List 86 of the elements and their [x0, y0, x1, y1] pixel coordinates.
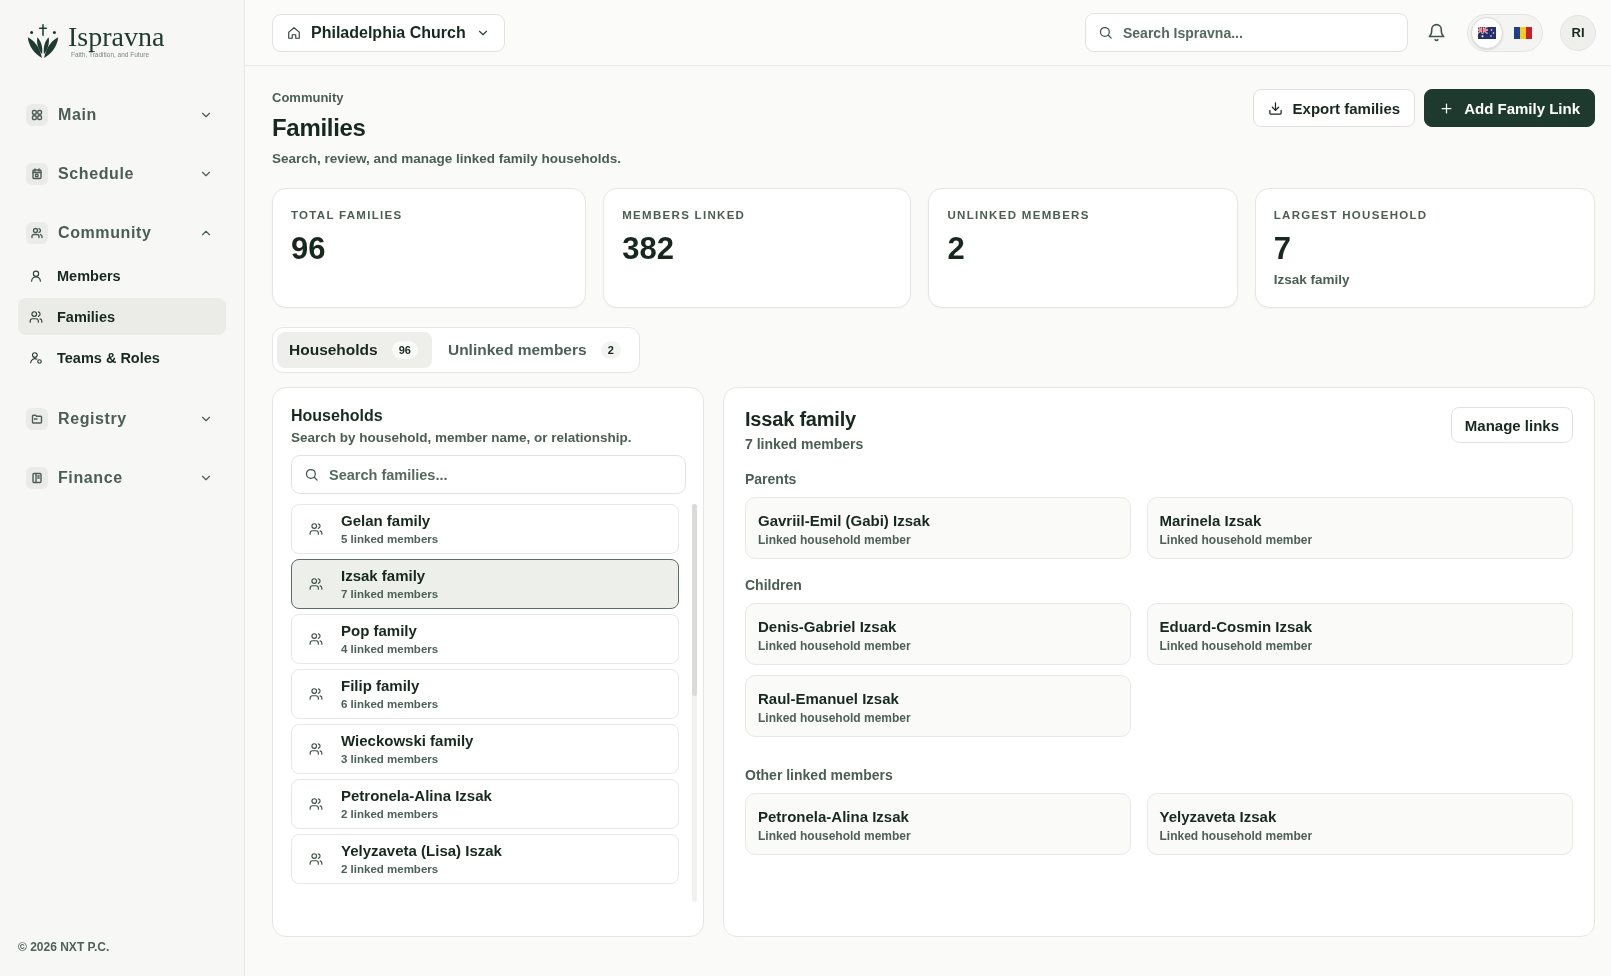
member-name: Denis-Gabriel Izsak — [758, 617, 898, 636]
household-item[interactable]: Gelan family 5 linked members — [291, 504, 679, 554]
member-role: Linked household member — [758, 639, 912, 654]
people-icon — [309, 687, 323, 701]
household-item[interactable]: Izsak family 7 linked members — [291, 559, 679, 609]
download-icon — [1267, 100, 1283, 116]
nav-item[interactable]: Members — [18, 257, 226, 294]
household-item[interactable]: Pop family 4 linked members — [291, 614, 679, 664]
flag-icon — [1478, 26, 1496, 39]
stat-value: 382 — [622, 232, 675, 266]
member-name: Yelyzaveta Izsak — [1159, 807, 1278, 826]
book-icon — [26, 467, 48, 489]
home-icon — [287, 25, 301, 40]
member-role: Linked household member — [758, 533, 912, 548]
nav-item[interactable]: Families — [18, 298, 226, 335]
count-badge: 2 — [600, 341, 621, 359]
page-subtitle: Search, review, and manage linked family households. — [272, 150, 622, 167]
add-family-link-button[interactable]: Add Family Link — [1424, 89, 1595, 127]
language-option[interactable] — [1471, 16, 1503, 49]
member-name: Petronela-Alina Izsak — [758, 807, 910, 826]
member-name: Raul-Emanuel Izsak — [758, 689, 900, 708]
family-title: Issak family — [745, 407, 857, 431]
household-item[interactable]: Yelyzaveta (Lisa) Iszak 2 linked members — [291, 834, 679, 884]
search-icon — [304, 467, 319, 482]
search-icon — [1098, 25, 1113, 40]
person-icon — [29, 268, 43, 283]
user-avatar[interactable]: RI — [1560, 14, 1596, 51]
count-badge: 96 — [391, 341, 418, 359]
people-icon — [309, 742, 323, 756]
people-icon — [309, 577, 323, 591]
nav-group[interactable]: Schedule — [18, 154, 226, 194]
calendar-icon — [26, 163, 48, 185]
people-icon — [309, 797, 323, 811]
breadcrumb: Community — [272, 90, 345, 106]
stat-label: UNLINKED MEMBERS — [947, 208, 1091, 222]
stat-label: LARGEST HOUSEHOLD — [1273, 208, 1429, 222]
manage-links-button[interactable]: Manage links — [1450, 407, 1573, 443]
section-label: Other linked members — [745, 767, 894, 784]
nav-group[interactable]: Finance — [18, 458, 226, 498]
person-badge-icon — [29, 350, 43, 365]
page-title: Families — [272, 114, 367, 142]
stat-value: 2 — [947, 232, 966, 266]
stat-label: MEMBERS LINKED — [622, 208, 747, 222]
household-item[interactable]: Filip family 6 linked members — [291, 669, 679, 719]
bell-icon[interactable] — [1427, 23, 1446, 42]
panel-subtitle: Search by household, member name, or relationship. — [291, 429, 633, 446]
family-search-field[interactable]: Search families... — [291, 455, 686, 494]
tab[interactable]: Unlinked members 2 — [435, 332, 635, 368]
household-item[interactable]: Petronela-Alina Izsak 2 linked members — [291, 779, 679, 829]
member-name: Gavriil-Emil (Gabi) Izsak — [758, 511, 931, 530]
logo-wordmark: Ispravna — [68, 23, 165, 51]
section-label: Parents — [745, 471, 798, 488]
people-icon — [26, 222, 48, 244]
people-icon — [309, 632, 323, 646]
church-selector[interactable]: Philadelphia Church — [272, 13, 505, 52]
scrollbar[interactable] — [692, 504, 697, 902]
member-count-text: 7 linked members — [745, 435, 864, 453]
folder-icon — [26, 408, 48, 430]
panel-title: Households — [291, 406, 384, 426]
member-name: Eduard-Cosmin Izsak — [1159, 617, 1314, 636]
export-button[interactable]: Export families — [1252, 89, 1416, 127]
stat-value: 96 — [291, 232, 327, 266]
plus-icon — [1439, 100, 1455, 116]
member-name: Marinela Izsak — [1159, 511, 1263, 530]
nav-group[interactable]: Registry — [18, 399, 226, 439]
grid-icon — [26, 104, 48, 126]
member-role: Linked household member — [1159, 829, 1314, 844]
tab[interactable]: Households 96 — [277, 332, 432, 368]
people-icon — [309, 522, 323, 536]
search-field[interactable]: Search Ispravna... — [1085, 13, 1408, 52]
nav-group[interactable]: Community — [18, 213, 226, 253]
member-role: Linked household member — [1159, 639, 1314, 654]
people-icon — [29, 309, 43, 324]
flag-icon — [1514, 26, 1532, 39]
member-role: Linked household member — [1159, 533, 1314, 548]
nav-item[interactable]: Teams & Roles — [18, 339, 226, 376]
member-role: Linked household member — [758, 711, 912, 726]
stat-label: TOTAL FAMILIES — [291, 208, 404, 222]
member-role: Linked household member — [758, 829, 912, 844]
section-label: Children — [745, 577, 803, 594]
stat-note: Izsak family — [1273, 271, 1351, 288]
copyright-text: © 2026 NXT P.C. — [18, 940, 111, 954]
people-icon — [309, 852, 323, 866]
nav-group[interactable]: Main — [18, 95, 226, 135]
household-item[interactable]: Wieckowski family 3 linked members — [291, 724, 679, 774]
stat-value: 7 — [1273, 232, 1292, 266]
